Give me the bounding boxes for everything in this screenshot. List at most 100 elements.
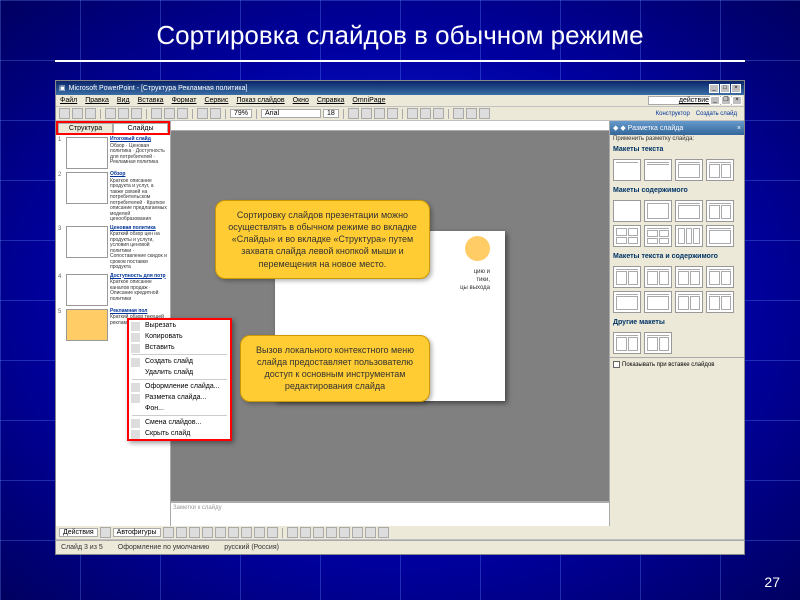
cm-slide-design[interactable]: Оформление слайда... bbox=[129, 381, 230, 392]
cm-transition[interactable]: Смена слайдов... bbox=[129, 417, 230, 428]
menu-file[interactable]: Файл bbox=[60, 97, 77, 104]
autoshapes-menu[interactable]: Автофигуры bbox=[113, 528, 161, 537]
arrow-style-icon[interactable] bbox=[352, 527, 363, 538]
cm-delete-slide[interactable]: Удалить слайд bbox=[129, 367, 230, 378]
layout-content-7[interactable] bbox=[706, 225, 734, 247]
menu-edit[interactable]: Правка bbox=[85, 97, 109, 104]
layout-tc-7[interactable] bbox=[675, 291, 703, 313]
preview-icon[interactable] bbox=[118, 108, 129, 119]
notes-pane[interactable]: Заметки к слайду bbox=[171, 501, 609, 526]
doc-close-button[interactable]: × bbox=[732, 96, 742, 105]
close-button[interactable]: × bbox=[731, 84, 741, 93]
maximize-button[interactable]: □ bbox=[720, 84, 730, 93]
layout-tc-1[interactable] bbox=[613, 266, 641, 288]
undo-icon[interactable] bbox=[197, 108, 208, 119]
underline-icon[interactable] bbox=[374, 108, 385, 119]
layout-title-only[interactable] bbox=[644, 159, 672, 181]
copy-icon[interactable] bbox=[164, 108, 175, 119]
layout-tc-4[interactable] bbox=[706, 266, 734, 288]
layout-other-1[interactable] bbox=[613, 332, 641, 354]
cm-hide-slide[interactable]: Скрыть слайд bbox=[129, 428, 230, 439]
menu-insert[interactable]: Вставка bbox=[138, 97, 164, 104]
thumb-1[interactable]: 1Итоговый слайдОбзор · Ценовая политика … bbox=[58, 137, 168, 169]
increase-font-icon[interactable] bbox=[466, 108, 477, 119]
fill-color-icon[interactable] bbox=[287, 527, 298, 538]
line-icon[interactable] bbox=[163, 527, 174, 538]
cm-background[interactable]: Фон... bbox=[129, 403, 230, 414]
doc-minimize-button[interactable]: _ bbox=[710, 96, 720, 105]
open-icon[interactable] bbox=[72, 108, 83, 119]
tab-structure[interactable]: Структура bbox=[58, 123, 113, 133]
font-select[interactable]: Arial bbox=[261, 109, 321, 118]
thumb-4[interactable]: 4Доступность для потрКраткое описание ка… bbox=[58, 274, 168, 306]
layout-content[interactable] bbox=[644, 200, 672, 222]
align-center-icon[interactable] bbox=[420, 108, 431, 119]
zoom-select[interactable]: 79% bbox=[230, 109, 252, 118]
cm-paste[interactable]: Вставить bbox=[129, 342, 230, 353]
redo-icon[interactable] bbox=[210, 108, 221, 119]
cm-new-slide[interactable]: Создать слайд bbox=[129, 356, 230, 367]
doc-restore-button[interactable]: ❐ bbox=[721, 96, 731, 105]
menu-view[interactable]: Вид bbox=[117, 97, 130, 104]
spell-icon[interactable] bbox=[131, 108, 142, 119]
thumb-3[interactable]: 3Ценовая политикаКраткий обзор цен на пр… bbox=[58, 226, 168, 271]
cm-slide-layout[interactable]: Разметка слайда... bbox=[129, 392, 230, 403]
design-link[interactable]: Конструктор bbox=[656, 111, 690, 117]
paste-icon[interactable] bbox=[177, 108, 188, 119]
layout-tc-8[interactable] bbox=[706, 291, 734, 313]
layout-content-6[interactable] bbox=[675, 225, 703, 247]
bullets-icon[interactable] bbox=[453, 108, 464, 119]
align-right-icon[interactable] bbox=[433, 108, 444, 119]
align-left-icon[interactable] bbox=[407, 108, 418, 119]
tab-slides[interactable]: Слайды bbox=[113, 123, 168, 133]
layout-content-3[interactable] bbox=[706, 200, 734, 222]
decrease-font-icon[interactable] bbox=[479, 108, 490, 119]
select-icon[interactable] bbox=[100, 527, 111, 538]
rectangle-icon[interactable] bbox=[189, 527, 200, 538]
layout-content-5[interactable] bbox=[644, 225, 672, 247]
cm-copy[interactable]: Копировать bbox=[129, 331, 230, 342]
layout-tc-3[interactable] bbox=[675, 266, 703, 288]
new-icon[interactable] bbox=[59, 108, 70, 119]
layout-tc-5[interactable] bbox=[613, 291, 641, 313]
diagram-icon[interactable] bbox=[241, 527, 252, 538]
layout-title-content[interactable] bbox=[675, 159, 703, 181]
minimize-button[interactable]: _ bbox=[709, 84, 719, 93]
layout-tc-6[interactable] bbox=[644, 291, 672, 313]
menu-slideshow[interactable]: Показ слайдов bbox=[236, 97, 284, 104]
wordart-icon[interactable] bbox=[228, 527, 239, 538]
3d-style-icon[interactable] bbox=[378, 527, 389, 538]
layout-blank[interactable] bbox=[613, 200, 641, 222]
cut-icon[interactable] bbox=[151, 108, 162, 119]
thumb-2[interactable]: 2ОбзорКраткое описание продукта и услуг,… bbox=[58, 172, 168, 223]
clipart-icon[interactable] bbox=[254, 527, 265, 538]
new-slide-link[interactable]: Создать слайд bbox=[696, 111, 737, 117]
italic-icon[interactable] bbox=[361, 108, 372, 119]
layout-content-4[interactable] bbox=[613, 225, 641, 247]
oval-icon[interactable] bbox=[202, 527, 213, 538]
textbox-icon[interactable] bbox=[215, 527, 226, 538]
layout-tc-2[interactable] bbox=[644, 266, 672, 288]
task-pane-close-icon[interactable]: × bbox=[737, 125, 741, 132]
line-color-icon[interactable] bbox=[300, 527, 311, 538]
menu-window[interactable]: Окно bbox=[293, 97, 309, 104]
menu-format[interactable]: Формат bbox=[172, 97, 197, 104]
bold-icon[interactable] bbox=[348, 108, 359, 119]
font-color-icon[interactable] bbox=[313, 527, 324, 538]
picture-icon[interactable] bbox=[267, 527, 278, 538]
dash-style-icon[interactable] bbox=[339, 527, 350, 538]
layout-two-column[interactable] bbox=[706, 159, 734, 181]
show-on-insert-checkbox[interactable] bbox=[613, 361, 620, 368]
draw-actions-menu[interactable]: Действия bbox=[59, 528, 98, 537]
menu-tools[interactable]: Сервис bbox=[204, 97, 228, 104]
line-style-icon[interactable] bbox=[326, 527, 337, 538]
menu-help[interactable]: Справка bbox=[317, 97, 344, 104]
save-icon[interactable] bbox=[85, 108, 96, 119]
layout-title[interactable] bbox=[613, 159, 641, 181]
menu-omnipage[interactable]: OmniPage bbox=[352, 97, 385, 104]
font-size-select[interactable]: 18 bbox=[323, 109, 339, 118]
layout-content-2[interactable] bbox=[675, 200, 703, 222]
shadow-icon[interactable] bbox=[387, 108, 398, 119]
layout-other-2[interactable] bbox=[644, 332, 672, 354]
shadow-style-icon[interactable] bbox=[365, 527, 376, 538]
